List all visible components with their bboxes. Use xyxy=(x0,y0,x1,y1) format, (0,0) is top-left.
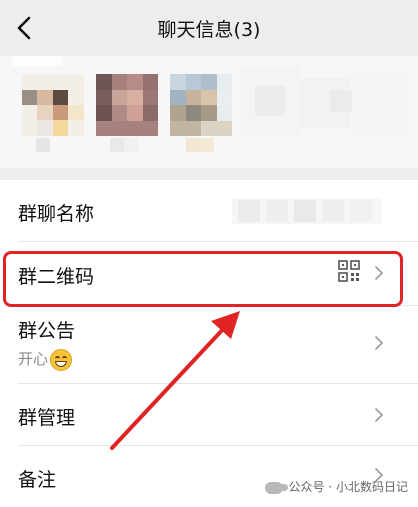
top-bar: 聊天信息(3) xyxy=(0,0,418,56)
page-title: 聊天信息(3) xyxy=(157,19,261,41)
group-notice-label: 群公告 xyxy=(18,320,76,342)
avatar[interactable] xyxy=(22,74,84,136)
chevron-right-icon xyxy=(375,336,383,350)
notice-preview-text: 开心 xyxy=(18,350,49,368)
row-group-name[interactable]: 群聊名称 xyxy=(0,180,418,242)
avatar[interactable] xyxy=(96,74,158,136)
row-group-notice[interactable]: 群公告 开心 xyxy=(0,306,418,384)
member-area xyxy=(0,56,418,168)
watermark-text: 公众号 · 小北数码日记 xyxy=(288,480,408,494)
group-notice-preview: 开心 xyxy=(18,348,73,371)
group-name-label: 群聊名称 xyxy=(18,203,95,225)
chevron-right-icon xyxy=(375,408,383,422)
wechat-icon xyxy=(264,481,288,494)
grinning-emoji-icon xyxy=(50,348,73,371)
avatar[interactable] xyxy=(170,74,232,136)
qrcode-highlight-box xyxy=(3,251,403,307)
row-group-manage[interactable]: 群管理 xyxy=(0,384,418,446)
row-remark[interactable]: 备注 xyxy=(0,446,418,507)
group-name-value-blur xyxy=(232,198,382,224)
group-manage-label: 群管理 xyxy=(18,407,76,429)
watermark: 公众号 · 小北数码日记 xyxy=(264,478,408,495)
remark-label: 备注 xyxy=(18,469,57,491)
